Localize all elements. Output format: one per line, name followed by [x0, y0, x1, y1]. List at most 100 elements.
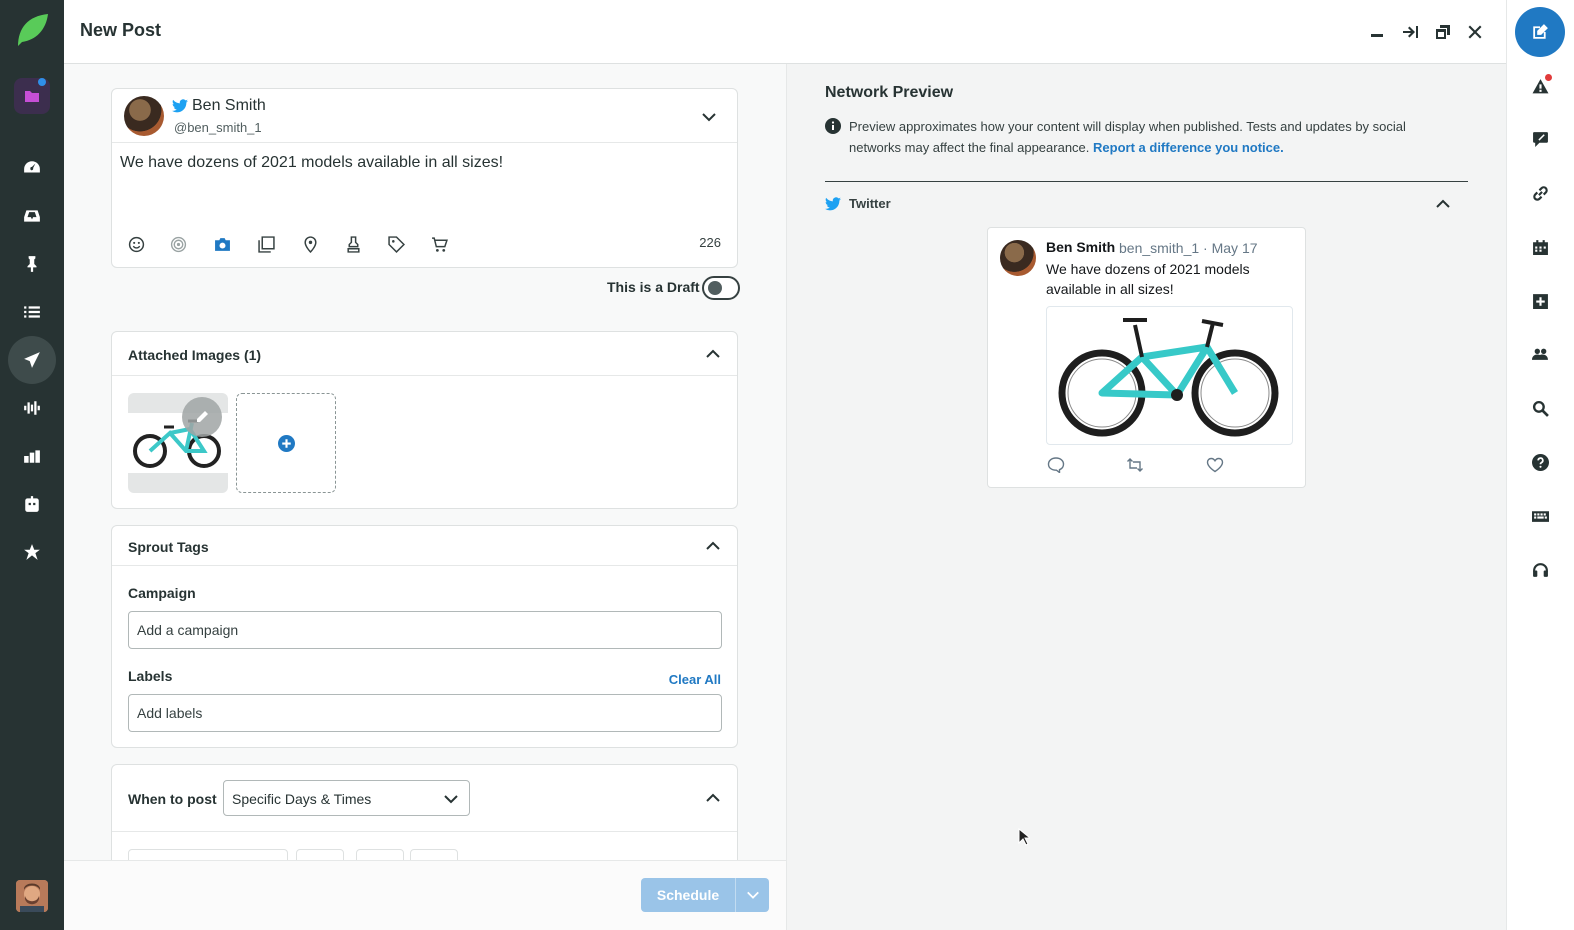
minimize-button[interactable] — [1365, 20, 1389, 44]
labels-label: Labels — [128, 668, 173, 684]
inbox-icon[interactable] — [8, 192, 56, 240]
chevron-down-icon — [444, 795, 458, 804]
plus-square-icon — [1532, 293, 1548, 309]
right-toolbar — [1506, 0, 1574, 930]
twitter-icon — [172, 99, 188, 113]
tweet-text: We have dozens of 2021 models available … — [1046, 261, 1250, 297]
reviews-star-icon[interactable] — [8, 528, 56, 576]
bot-icon[interactable] — [8, 480, 56, 528]
add-image-button[interactable] — [236, 393, 336, 493]
attached-images-count: (1) — [243, 347, 262, 363]
ampm-input[interactable] — [410, 849, 458, 860]
search-icon — [1532, 400, 1549, 417]
when-to-post-label: When to post — [128, 791, 217, 807]
when-to-post-section: When to post Specific Days & Times — [111, 764, 738, 860]
reply-icon[interactable] — [1047, 457, 1065, 473]
date-input[interactable] — [128, 849, 288, 860]
calendar-button[interactable] — [1527, 234, 1553, 260]
sprout-logo-icon[interactable] — [14, 12, 50, 48]
schedule-options-button[interactable] — [735, 878, 769, 912]
help-icon — [1531, 453, 1549, 471]
composer-editor: Ben Smith @ben_smith_1 We have dozens of… — [64, 64, 786, 860]
support-button[interactable] — [1527, 557, 1553, 583]
info-icon — [825, 118, 841, 134]
alerts-button[interactable] — [1527, 73, 1553, 99]
notification-dot — [1545, 74, 1552, 81]
add-button[interactable] — [1527, 288, 1553, 314]
twitter-icon — [825, 197, 841, 211]
chevron-up-icon[interactable] — [705, 538, 721, 554]
close-button[interactable] — [1463, 20, 1487, 44]
minute-input[interactable] — [356, 849, 404, 860]
message-composer: Ben Smith @ben_smith_1 We have dozens of… — [111, 88, 738, 268]
sprout-tags-section: Sprout Tags Campaign Labels Clear All — [111, 525, 738, 748]
page-title: New Post — [80, 20, 162, 40]
like-icon[interactable] — [1206, 457, 1224, 473]
tag-icon[interactable] — [386, 234, 406, 254]
schedule-button[interactable]: Schedule — [641, 878, 735, 912]
chevron-up-icon[interactable] — [705, 346, 721, 362]
chevron-down-icon[interactable] — [701, 109, 717, 125]
report-difference-link[interactable]: Report a difference you notice. — [1093, 140, 1284, 155]
composer-header: New Post — [64, 0, 1506, 64]
message-text[interactable]: We have dozens of 2021 models available … — [120, 154, 503, 172]
when-to-post-select[interactable]: Specific Days & Times — [223, 780, 470, 816]
campaign-input[interactable] — [128, 611, 722, 649]
gallery-icon[interactable] — [256, 234, 276, 254]
attached-images-header[interactable]: Attached Images (1) — [112, 332, 737, 376]
cart-icon[interactable] — [429, 234, 449, 254]
labels-input[interactable] — [128, 694, 722, 732]
sprout-tags-header[interactable]: Sprout Tags — [112, 526, 737, 566]
listening-icon[interactable] — [8, 384, 56, 432]
tweet-handle-date: ben_smith_1 · May 17 — [1119, 240, 1258, 256]
profile-selector[interactable]: Ben Smith @ben_smith_1 — [112, 89, 737, 143]
chevron-down-icon — [746, 891, 759, 899]
location-icon[interactable] — [300, 234, 320, 254]
keyboard-icon — [1531, 510, 1549, 522]
messages-button[interactable] — [1527, 126, 1553, 152]
draft-toggle[interactable] — [702, 276, 740, 300]
stamp-icon[interactable] — [343, 234, 363, 254]
hour-input[interactable] — [296, 849, 344, 860]
search-button[interactable] — [1527, 395, 1553, 421]
pencil-icon — [197, 411, 208, 422]
divider — [825, 181, 1468, 182]
headset-icon — [1532, 562, 1548, 577]
retweet-icon[interactable] — [1126, 457, 1144, 473]
emoji-icon[interactable] — [126, 234, 146, 254]
keyboard-shortcuts-button[interactable] — [1527, 503, 1553, 529]
chevron-up-icon[interactable] — [1435, 196, 1451, 212]
mouse-cursor-icon — [1018, 828, 1030, 846]
team-button[interactable] — [1527, 341, 1553, 367]
link-button[interactable] — [1527, 180, 1553, 206]
publishing-icon[interactable] — [8, 336, 56, 384]
compose-icon — [1533, 24, 1548, 39]
tweet-preview-card: Ben Smith ben_smith_1 · May 17 We have d… — [987, 227, 1306, 488]
when-to-post-value: Specific Days & Times — [232, 791, 372, 807]
chevron-up-icon[interactable] — [705, 790, 721, 806]
target-icon[interactable] — [168, 234, 188, 254]
popout-button[interactable] — [1431, 20, 1455, 44]
help-button[interactable] — [1527, 449, 1553, 475]
dashboard-icon[interactable] — [8, 144, 56, 192]
camera-icon[interactable] — [212, 234, 232, 254]
attached-images-title: Attached Images — [128, 347, 241, 363]
bicycle-image — [1058, 318, 1279, 437]
dock-button[interactable] — [1398, 20, 1422, 44]
user-avatar[interactable] — [16, 880, 48, 912]
tweet-author-name: Ben Smith — [1046, 239, 1116, 255]
profile-name: Ben Smith — [192, 97, 266, 114]
attached-image-thumbnail[interactable] — [128, 393, 228, 493]
profile-avatar — [124, 96, 164, 136]
folder-icon[interactable] — [14, 78, 50, 114]
edit-image-button[interactable] — [182, 397, 222, 437]
profile-handle: @ben_smith_1 — [174, 120, 262, 135]
pin-icon[interactable] — [8, 240, 56, 288]
clear-all-link[interactable]: Clear All — [669, 672, 721, 687]
compose-button[interactable] — [1515, 7, 1565, 57]
notification-dot — [38, 78, 46, 86]
schedule-button-group: Schedule — [641, 878, 769, 912]
list-icon[interactable] — [8, 288, 56, 336]
reports-icon[interactable] — [8, 432, 56, 480]
left-navigation — [0, 0, 64, 930]
